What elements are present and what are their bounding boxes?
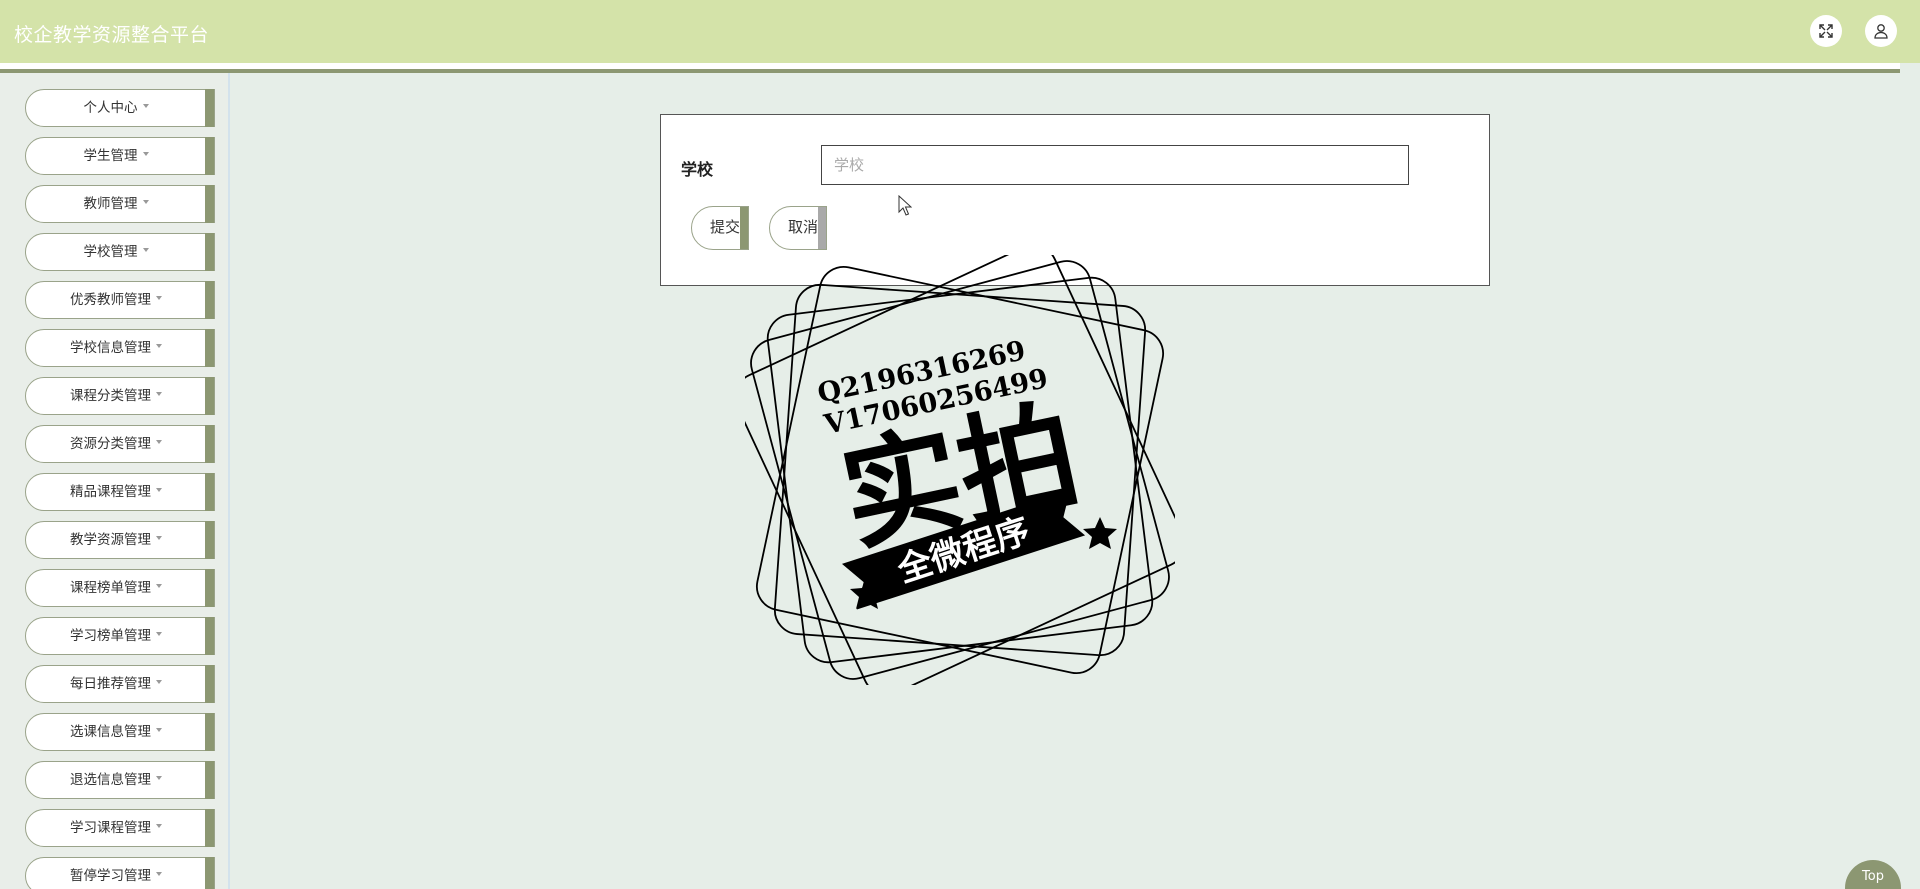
menu-accent xyxy=(205,665,214,703)
caret-down-icon xyxy=(142,200,149,204)
caret-down-icon xyxy=(156,680,162,684)
fullscreen-icon xyxy=(1819,24,1833,38)
caret-down-icon xyxy=(156,728,162,732)
sidebar-item-label: 暂停学习管理 xyxy=(70,868,151,884)
user-icon xyxy=(1874,24,1888,39)
sidebar-item-label: 退选信息管理 xyxy=(70,772,151,788)
school-label: 学校 xyxy=(681,160,714,179)
menu-accent xyxy=(205,857,214,889)
sidebar-item-label: 学校信息管理 xyxy=(70,340,151,356)
menu-accent xyxy=(205,521,214,559)
sidebar-item-teaching-resources[interactable]: 教学资源管理 xyxy=(25,521,215,559)
menu-accent xyxy=(205,281,214,319)
caret-down-icon xyxy=(156,536,162,540)
school-input[interactable] xyxy=(821,145,1409,185)
submit-label: 提交 xyxy=(709,219,740,236)
sidebar-item-label: 每日推荐管理 xyxy=(70,676,151,692)
sidebar-item-label: 学生管理 xyxy=(83,148,138,164)
menu-accent xyxy=(205,713,214,751)
top-header: 校企教学资源整合平台 xyxy=(0,0,1920,73)
sidebar-item-course-rankings[interactable]: 课程榜单管理 xyxy=(25,569,215,607)
sidebar-item-personal-center[interactable]: 个人中心 xyxy=(25,89,215,127)
sidebar-item-course-withdrawal[interactable]: 退选信息管理 xyxy=(25,761,215,799)
sidebar-item-label: 教学资源管理 xyxy=(70,532,151,548)
menu-accent xyxy=(205,569,214,607)
menu-accent xyxy=(205,233,214,271)
menu-accent xyxy=(205,329,214,367)
sidebar-item-learning-rankings[interactable]: 学习榜单管理 xyxy=(25,617,215,655)
sidebar-item-teachers[interactable]: 教师管理 xyxy=(25,185,215,223)
menu-accent xyxy=(205,473,214,511)
sidebar-item-premium-courses[interactable]: 精品课程管理 xyxy=(25,473,215,511)
caret-down-icon xyxy=(156,440,162,444)
user-button[interactable] xyxy=(1865,15,1897,47)
caret-down-icon xyxy=(142,248,149,252)
caret-down-icon xyxy=(156,632,162,636)
menu-accent xyxy=(205,377,214,415)
sidebar-item-resource-categories[interactable]: 资源分类管理 xyxy=(25,425,215,463)
sidebar-item-label: 资源分类管理 xyxy=(70,436,151,452)
sidebar-item-schools[interactable]: 学校管理 xyxy=(25,233,215,271)
menu-accent xyxy=(205,809,214,847)
sidebar-item-course-selection[interactable]: 选课信息管理 xyxy=(25,713,215,751)
caret-down-icon xyxy=(156,296,162,300)
sidebar-item-paused-learning[interactable]: 暂停学习管理 xyxy=(25,857,215,889)
caret-down-icon xyxy=(156,392,162,396)
sidebar-item-learning-courses[interactable]: 学习课程管理 xyxy=(25,809,215,847)
sidebar-item-course-categories[interactable]: 课程分类管理 xyxy=(25,377,215,415)
menu-accent xyxy=(205,761,214,799)
sidebar-item-label: 学习课程管理 xyxy=(70,820,151,836)
caret-down-icon xyxy=(156,824,162,828)
sidebar-item-excellent-teachers[interactable]: 优秀教师管理 xyxy=(25,281,215,319)
header-divider xyxy=(0,69,1900,73)
menu-accent xyxy=(205,425,214,463)
sidebar-item-label: 优秀教师管理 xyxy=(70,292,151,308)
sidebar-item-label: 学校管理 xyxy=(83,244,138,260)
star-icon xyxy=(1083,517,1117,549)
mouse-cursor-icon xyxy=(898,195,912,216)
caret-down-icon xyxy=(142,152,149,156)
caret-down-icon xyxy=(156,776,162,780)
button-accent xyxy=(818,207,826,249)
cancel-label: 取消 xyxy=(787,219,818,236)
menu-accent xyxy=(205,89,214,127)
sidebar-item-label: 选课信息管理 xyxy=(70,724,151,740)
sidebar-item-label: 教师管理 xyxy=(83,196,138,212)
sidebar-item-label: 精品课程管理 xyxy=(70,484,151,500)
sidebar: 个人中心 学生管理 教师管理 学校管理 优秀教师管理 学校信息管理 课程分类管理… xyxy=(0,73,230,889)
caret-down-icon xyxy=(156,872,162,876)
back-to-top-button[interactable]: Top xyxy=(1845,860,1901,889)
menu-accent xyxy=(205,137,214,175)
caret-down-icon xyxy=(156,344,162,348)
sidebar-item-daily-recommend[interactable]: 每日推荐管理 xyxy=(25,665,215,703)
caret-down-icon xyxy=(142,104,149,108)
sidebar-item-label: 学习榜单管理 xyxy=(70,628,151,644)
fullscreen-button[interactable] xyxy=(1810,15,1842,47)
menu-accent xyxy=(205,617,214,655)
caret-down-icon xyxy=(156,488,162,492)
watermark-stamp: Q2196316269 V17060256499 实拍 全微程序 xyxy=(745,255,1175,685)
sidebar-item-label: 个人中心 xyxy=(83,100,138,116)
cancel-button[interactable]: 取消 xyxy=(769,206,827,250)
submit-button[interactable]: 提交 xyxy=(691,206,749,250)
app-title: 校企教学资源整合平台 xyxy=(14,24,210,46)
sidebar-item-label: 课程分类管理 xyxy=(70,388,151,404)
sidebar-item-students[interactable]: 学生管理 xyxy=(25,137,215,175)
sidebar-item-school-info[interactable]: 学校信息管理 xyxy=(25,329,215,367)
sidebar-item-label: 课程榜单管理 xyxy=(70,580,151,596)
menu-accent xyxy=(205,185,214,223)
caret-down-icon xyxy=(156,584,162,588)
button-accent xyxy=(740,207,748,249)
